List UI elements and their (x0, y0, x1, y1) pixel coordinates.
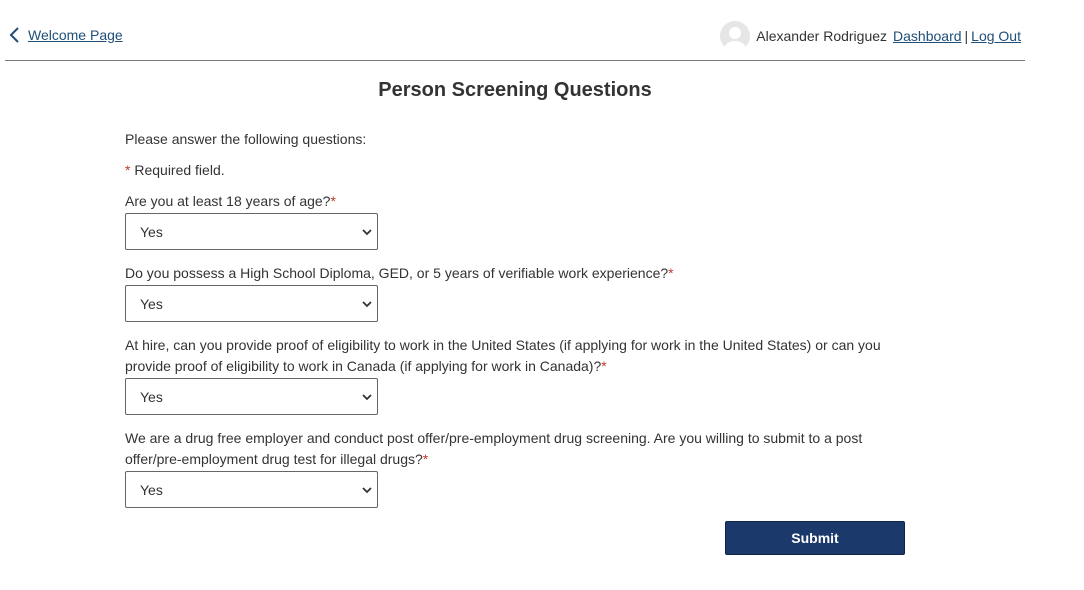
select-value: Yes (140, 389, 163, 405)
chevron-down-icon (362, 229, 372, 236)
question-block: Do you possess a High School Diploma, GE… (125, 263, 905, 322)
question-label: Do you possess a High School Diploma, GE… (125, 263, 905, 284)
education-select[interactable]: Yes (125, 285, 378, 322)
welcome-page-link[interactable]: Welcome Page (8, 26, 123, 44)
question-text: We are a drug free employer and conduct … (125, 430, 863, 467)
question-text: Do you possess a High School Diploma, GE… (125, 265, 669, 281)
select-value: Yes (140, 296, 163, 312)
welcome-page-label: Welcome Page (28, 27, 123, 43)
required-star: * (125, 162, 131, 178)
question-text: Are you at least 18 years of age? (125, 193, 331, 209)
required-field-note: * Required field. (125, 160, 905, 180)
chevron-down-icon (362, 301, 372, 308)
age-select[interactable]: Yes (125, 213, 378, 250)
question-block: We are a drug free employer and conduct … (125, 428, 905, 508)
question-label: We are a drug free employer and conduct … (125, 428, 905, 470)
required-note-text: Required field. (134, 162, 225, 178)
question-label: At hire, can you provide proof of eligib… (125, 335, 905, 377)
user-avatar-icon (720, 21, 751, 51)
submit-button[interactable]: Submit (725, 521, 905, 555)
logout-link[interactable]: Log Out (971, 28, 1021, 44)
required-star: * (330, 193, 336, 209)
question-label: Are you at least 18 years of age?* (125, 191, 905, 212)
select-value: Yes (140, 482, 163, 498)
user-area: Alexander Rodriguez Dashboard | Log Out (720, 21, 1021, 51)
chevron-down-icon (362, 487, 372, 494)
top-navigation-bar: Welcome Page Alexander Rodriguez Dashboa… (5, 0, 1025, 61)
work-eligibility-select[interactable]: Yes (125, 378, 378, 415)
user-name: Alexander Rodriguez (756, 28, 888, 44)
chevron-down-icon (362, 394, 372, 401)
question-text: At hire, can you provide proof of eligib… (125, 337, 881, 374)
question-block: Are you at least 18 years of age?* Yes (125, 191, 905, 250)
page-title: Person Screening Questions (378, 79, 652, 101)
question-block: At hire, can you provide proof of eligib… (125, 335, 905, 415)
required-star: * (422, 451, 429, 467)
dashboard-link[interactable]: Dashboard (893, 28, 962, 44)
required-star: * (601, 358, 607, 374)
chevron-left-icon (9, 27, 19, 43)
required-star: * (668, 265, 674, 281)
screening-form: Please answer the following questions: *… (125, 129, 905, 508)
form-intro: Please answer the following questions: (125, 131, 367, 147)
select-value: Yes (140, 224, 163, 240)
nav-separator: | (964, 28, 969, 44)
drug-test-select[interactable]: Yes (125, 471, 378, 508)
